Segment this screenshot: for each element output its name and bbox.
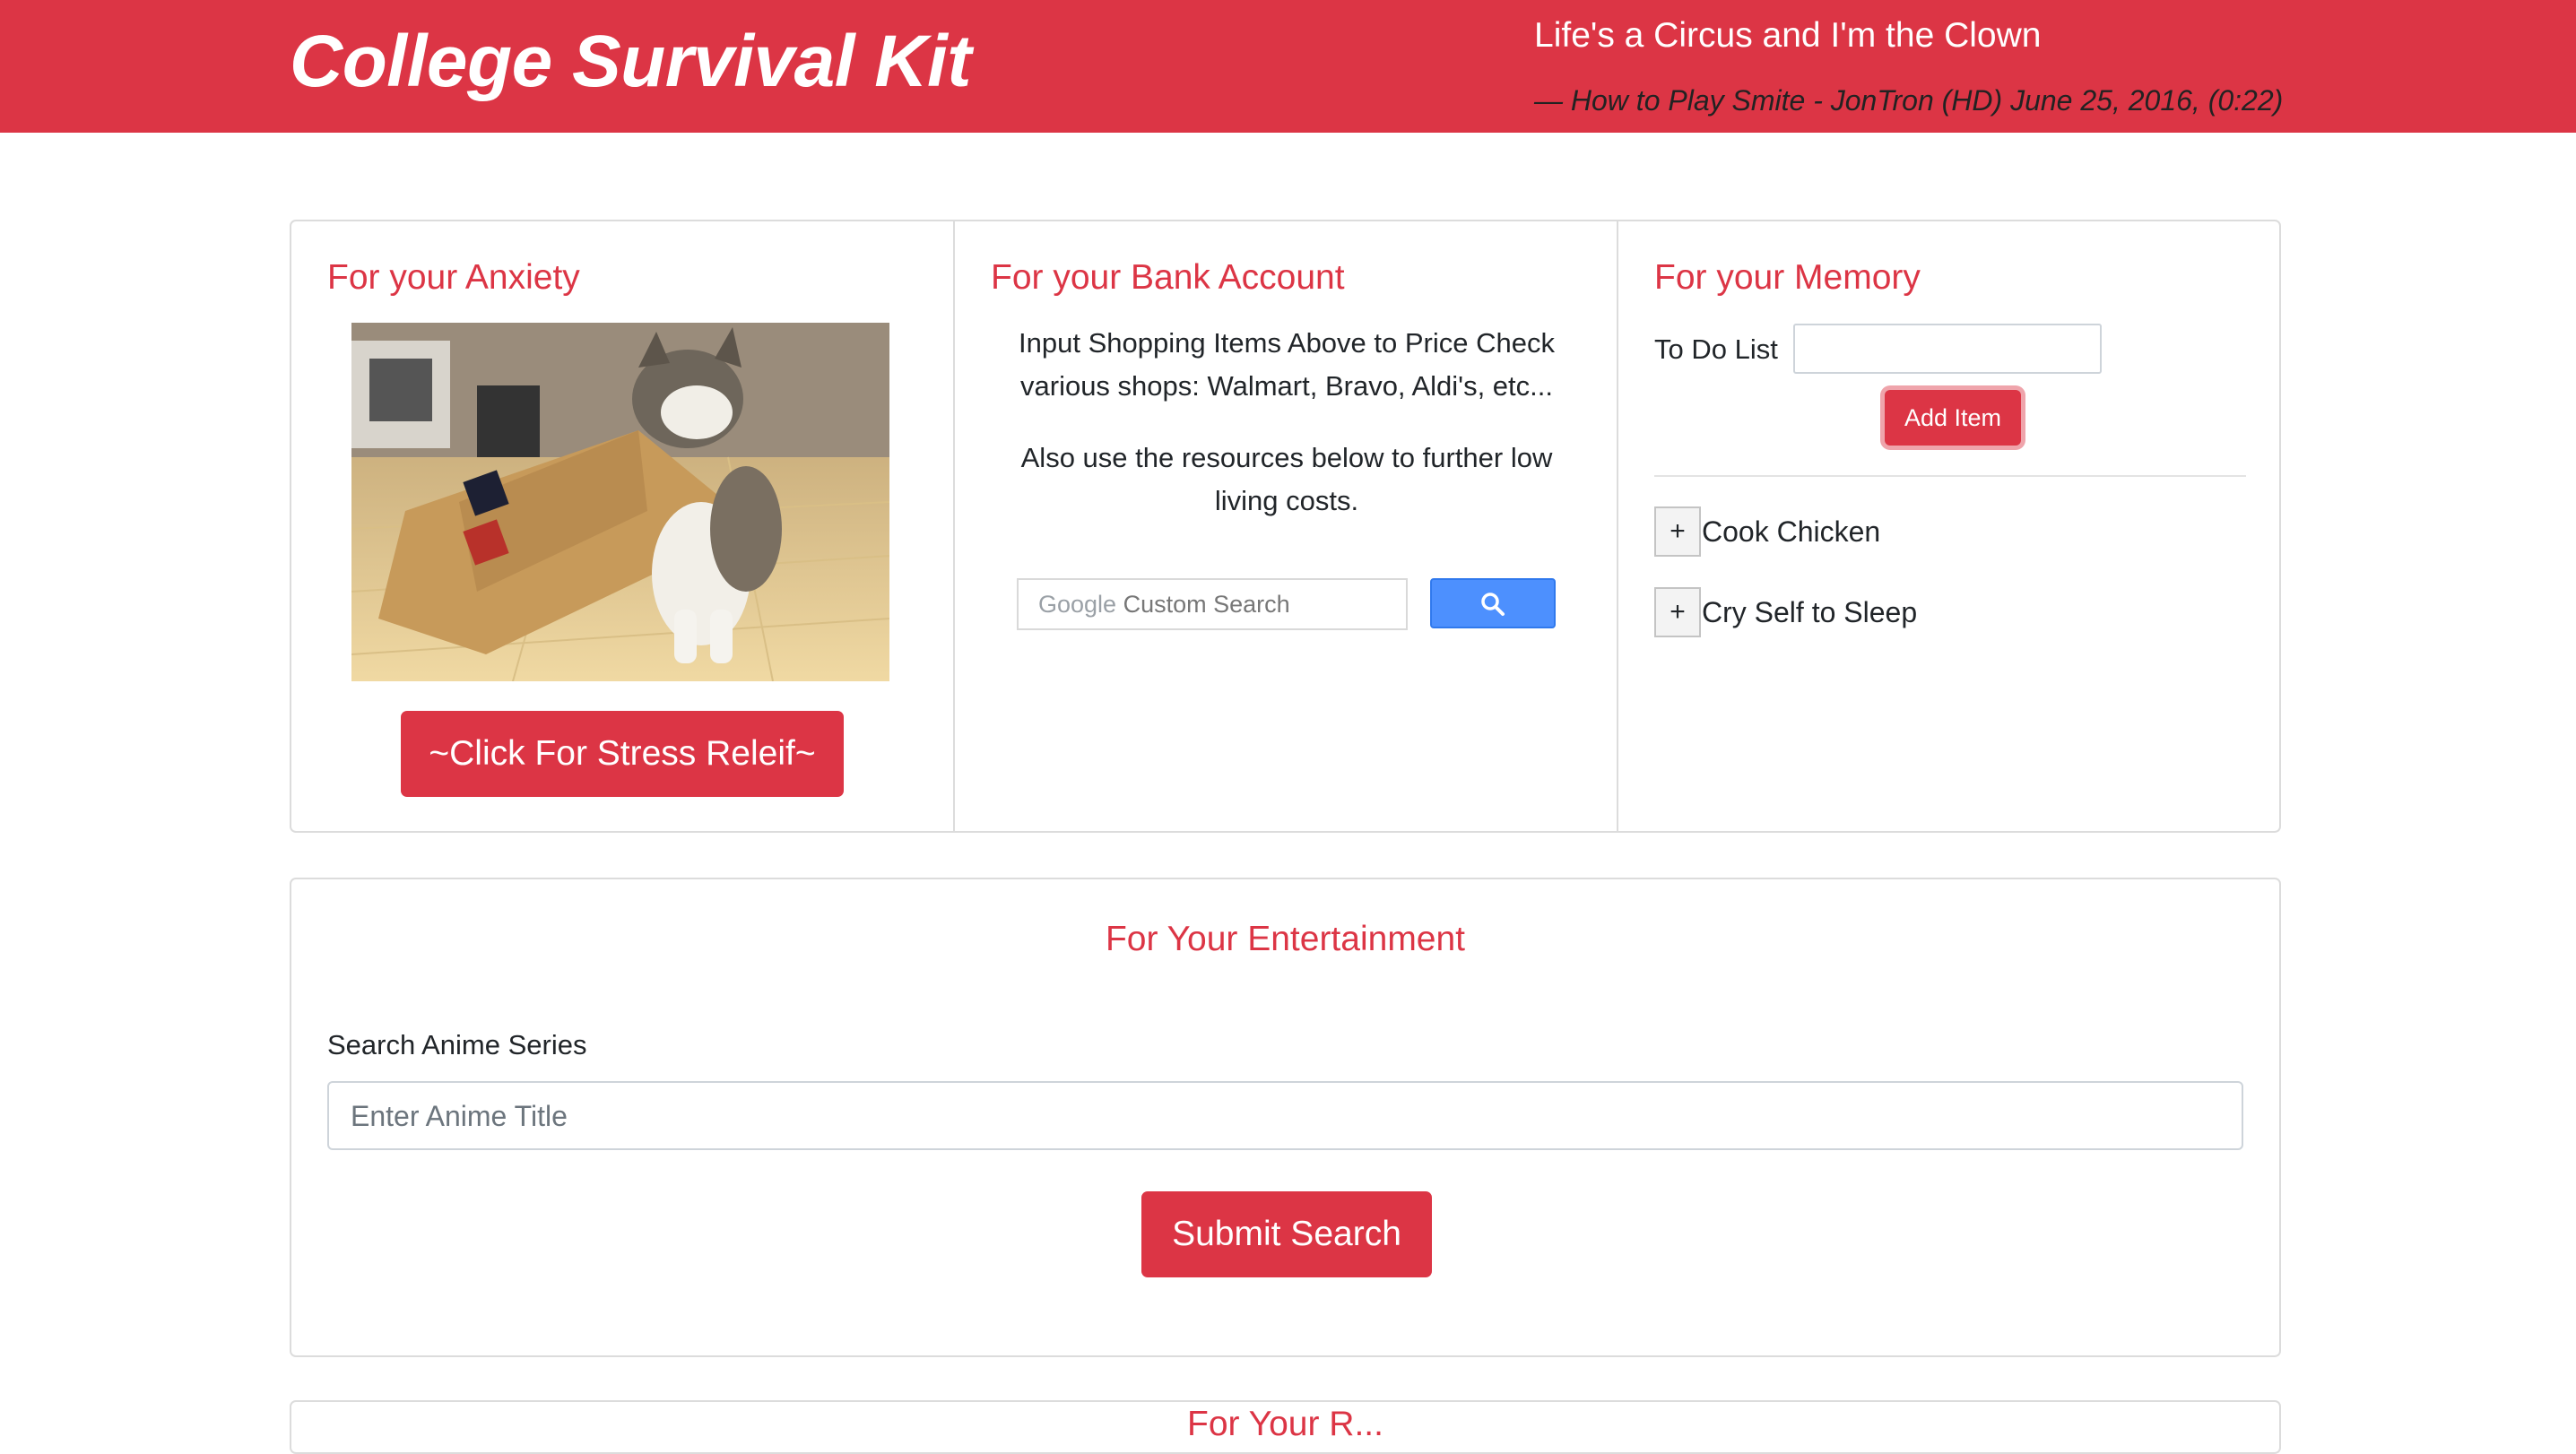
anxiety-section: For your Anxiety ~Click For Stress Relei… bbox=[291, 221, 955, 831]
plus-icon[interactable]: + bbox=[1654, 587, 1701, 637]
cat-photo bbox=[351, 323, 889, 681]
anime-title-input[interactable]: Enter Anime Title bbox=[327, 1081, 2243, 1150]
entertainment-card: For Your Entertainment Search Anime Seri… bbox=[290, 878, 2281, 1357]
submit-search-button[interactable]: Submit Search bbox=[1141, 1191, 1432, 1277]
todo-label: To Do List bbox=[1654, 333, 1778, 365]
bank-section: For your Bank Account Input Shopping Ite… bbox=[955, 221, 1618, 831]
next-section-title: For Your R... bbox=[1187, 1405, 1383, 1443]
custom-search-placeholder: Custom Search bbox=[1123, 591, 1290, 618]
memory-title: For your Memory bbox=[1654, 258, 1921, 297]
todo-item-text: Cry Self to Sleep bbox=[1702, 596, 1918, 628]
tools-card: For your Anxiety ~Click For Stress Relei… bbox=[290, 220, 2281, 833]
google-brand-label: Google bbox=[1038, 591, 1117, 618]
google-search-button[interactable] bbox=[1430, 578, 1556, 628]
todo-input[interactable] bbox=[1793, 324, 2102, 374]
google-custom-search-input[interactable]: Google Custom Search bbox=[1017, 578, 1408, 630]
entertainment-title: For Your Entertainment bbox=[1105, 920, 1466, 958]
add-item-button[interactable]: Add Item bbox=[1885, 390, 2021, 446]
divider bbox=[1654, 475, 2246, 477]
bank-resources-text: Also use the resources below to further … bbox=[1020, 442, 1553, 516]
bank-title: For your Bank Account bbox=[991, 258, 1345, 297]
todo-item-text: Cook Chicken bbox=[1702, 515, 1881, 548]
site-header: College Survival Kit Life's a Circus and… bbox=[0, 0, 2576, 133]
cat-in-box-image bbox=[351, 323, 889, 681]
memory-section: For your Memory To Do List Add Item + Co… bbox=[1618, 221, 2279, 831]
anime-search-label: Search Anime Series bbox=[327, 1029, 587, 1060]
stress-relief-button[interactable]: ~Click For Stress Releif~ bbox=[401, 711, 844, 797]
header-quote: Life's a Circus and I'm the Clown bbox=[1534, 16, 2042, 55]
anxiety-title: For your Anxiety bbox=[327, 258, 580, 297]
plus-icon[interactable]: + bbox=[1654, 506, 1701, 557]
site-title: College Survival Kit bbox=[290, 21, 972, 102]
bank-instructions: Input Shopping Items Above to Price Chec… bbox=[1019, 327, 1555, 402]
header-quote-citation: — How to Play Smite - JonTron (HD) June … bbox=[1534, 84, 2284, 117]
search-icon bbox=[1481, 593, 1505, 616]
next-section-card: For Your R... bbox=[290, 1400, 2281, 1454]
